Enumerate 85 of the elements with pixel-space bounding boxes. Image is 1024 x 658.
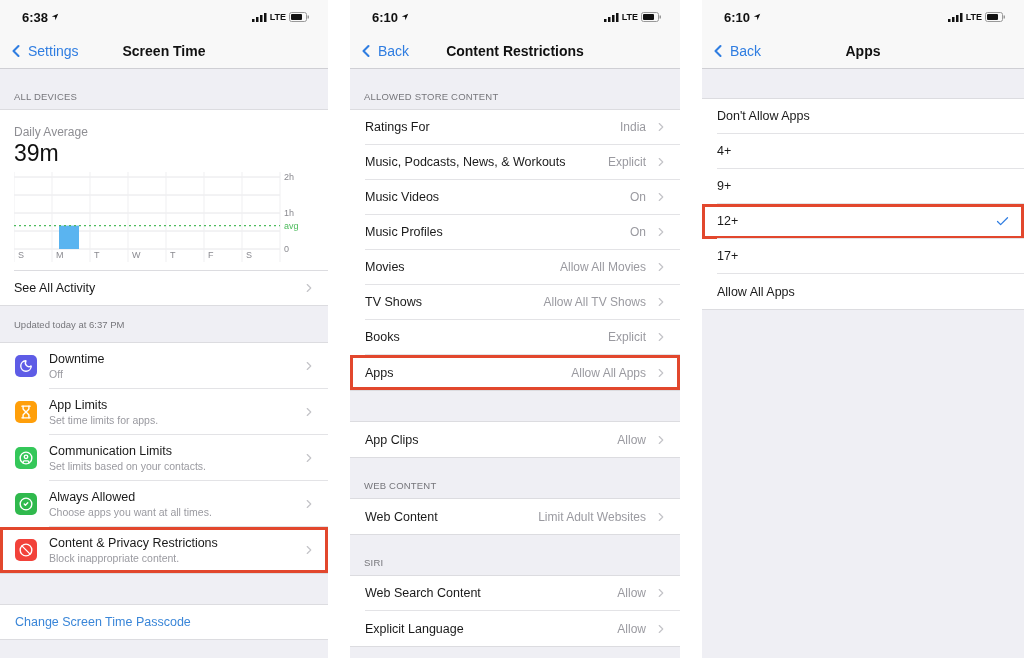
row-label: Apps (365, 365, 394, 380)
battery-icon (641, 12, 662, 22)
see-all-activity-row[interactable]: See All Activity (14, 270, 328, 305)
signal-icon (947, 12, 963, 22)
section-header: WEB CONTENT (364, 480, 437, 491)
row-title: Communication Limits (49, 443, 173, 458)
row-value: Limit Adult Websites (538, 509, 646, 524)
battery-icon (289, 12, 310, 22)
network-label: LTE (269, 12, 286, 22)
row-value: Allow (617, 586, 646, 600)
network-label: LTE (965, 12, 982, 22)
row-label: Books (365, 330, 400, 344)
row-label: Don't Allow Apps (717, 109, 810, 123)
location-icon (51, 13, 60, 21)
row-value: Allow (617, 432, 646, 447)
row-title: Always Allowed (49, 489, 137, 504)
row-label: Web Content (365, 509, 438, 524)
row-label: Web Search Content (365, 586, 481, 600)
axis-label: 2h (284, 172, 294, 182)
status-time: 6:10 (372, 9, 399, 25)
row-subtitle: Choose apps you want at all times. (49, 505, 213, 518)
row-title: Downtime (49, 351, 106, 366)
row-subtitle: Set time limits for apps. (49, 413, 160, 426)
day-label: T (94, 250, 100, 260)
row-label: 4+ (717, 144, 732, 158)
row-value: India (619, 120, 646, 134)
signal-icon (251, 12, 267, 22)
row-label: App Clips (365, 432, 419, 447)
screen-title: Apps (845, 43, 881, 59)
row-label: 17+ (717, 249, 739, 263)
row-title: App Limits (49, 397, 109, 412)
row-subtitle: Block inappropriate content. (49, 552, 181, 564)
updated-note: Updated today at 6:37 PM (14, 318, 125, 330)
row-subtitle: Set limits based on your contacts. (49, 459, 207, 472)
day-label: S (18, 250, 24, 260)
row-value: Allow All Movies (559, 260, 646, 274)
row-value: Allow All TV Shows (543, 295, 646, 309)
signal-icon (603, 12, 619, 22)
daily-average-label: Daily Average (14, 125, 88, 139)
day-label: S (246, 250, 252, 260)
location-icon (401, 13, 410, 21)
row-label: See All Activity (14, 281, 97, 295)
day-label: W (132, 250, 141, 260)
axis-label: 0 (284, 244, 289, 254)
row-value: Allow (617, 621, 646, 636)
row-label: 9+ (717, 179, 732, 193)
section-header: SIRI (364, 557, 384, 568)
status-time: 6:10 (724, 9, 751, 25)
usage-bar (59, 225, 79, 249)
row-value: On (630, 225, 646, 239)
average-label: avg (284, 220, 299, 231)
location-icon (753, 13, 762, 21)
row-label: TV Shows (365, 295, 422, 309)
day-label: M (56, 250, 64, 260)
row-label: Music Profiles (365, 225, 443, 239)
axis-label: 1h (284, 208, 294, 218)
row-value: Explicit (608, 330, 646, 344)
row-value: Explicit (608, 155, 646, 169)
row-label: Music Videos (365, 190, 440, 204)
back-button[interactable]: Settings (0, 41, 79, 61)
day-label: F (208, 250, 214, 260)
section-header: ALL DEVICES (14, 91, 78, 102)
row-label: 12+ (717, 214, 739, 228)
row-label: Movies (365, 260, 405, 274)
day-label: T (170, 250, 176, 260)
row-value: On (630, 190, 646, 204)
row-subtitle: Off (49, 367, 64, 380)
row-label: Music, Podcasts, News, & Workouts (365, 155, 566, 169)
daily-average-value: 39m (14, 140, 59, 166)
back-button[interactable]: Back (350, 41, 410, 61)
status-time: 6:38 (22, 9, 49, 25)
back-button[interactable]: Back (702, 41, 762, 61)
row-label: Allow All Apps (717, 284, 795, 299)
screen-title: Content Restrictions (446, 43, 584, 59)
row-label: Ratings For (365, 120, 430, 134)
network-label: LTE (621, 12, 638, 22)
settings-row[interactable]: Apps Allow All Apps (350, 355, 680, 390)
row-value: Allow All Apps (571, 365, 646, 380)
row-label: Explicit Language (365, 621, 464, 636)
settings-row[interactable]: Content & Privacy Restrictions Block inappropriate content. (0, 527, 328, 573)
section-header: ALLOWED STORE CONTENT (364, 91, 499, 102)
battery-icon (985, 12, 1006, 22)
option-row[interactable]: 12+ (702, 204, 1024, 239)
row-title: Content & Privacy Restrictions (49, 536, 219, 550)
screen-title: Screen Time (122, 43, 206, 59)
